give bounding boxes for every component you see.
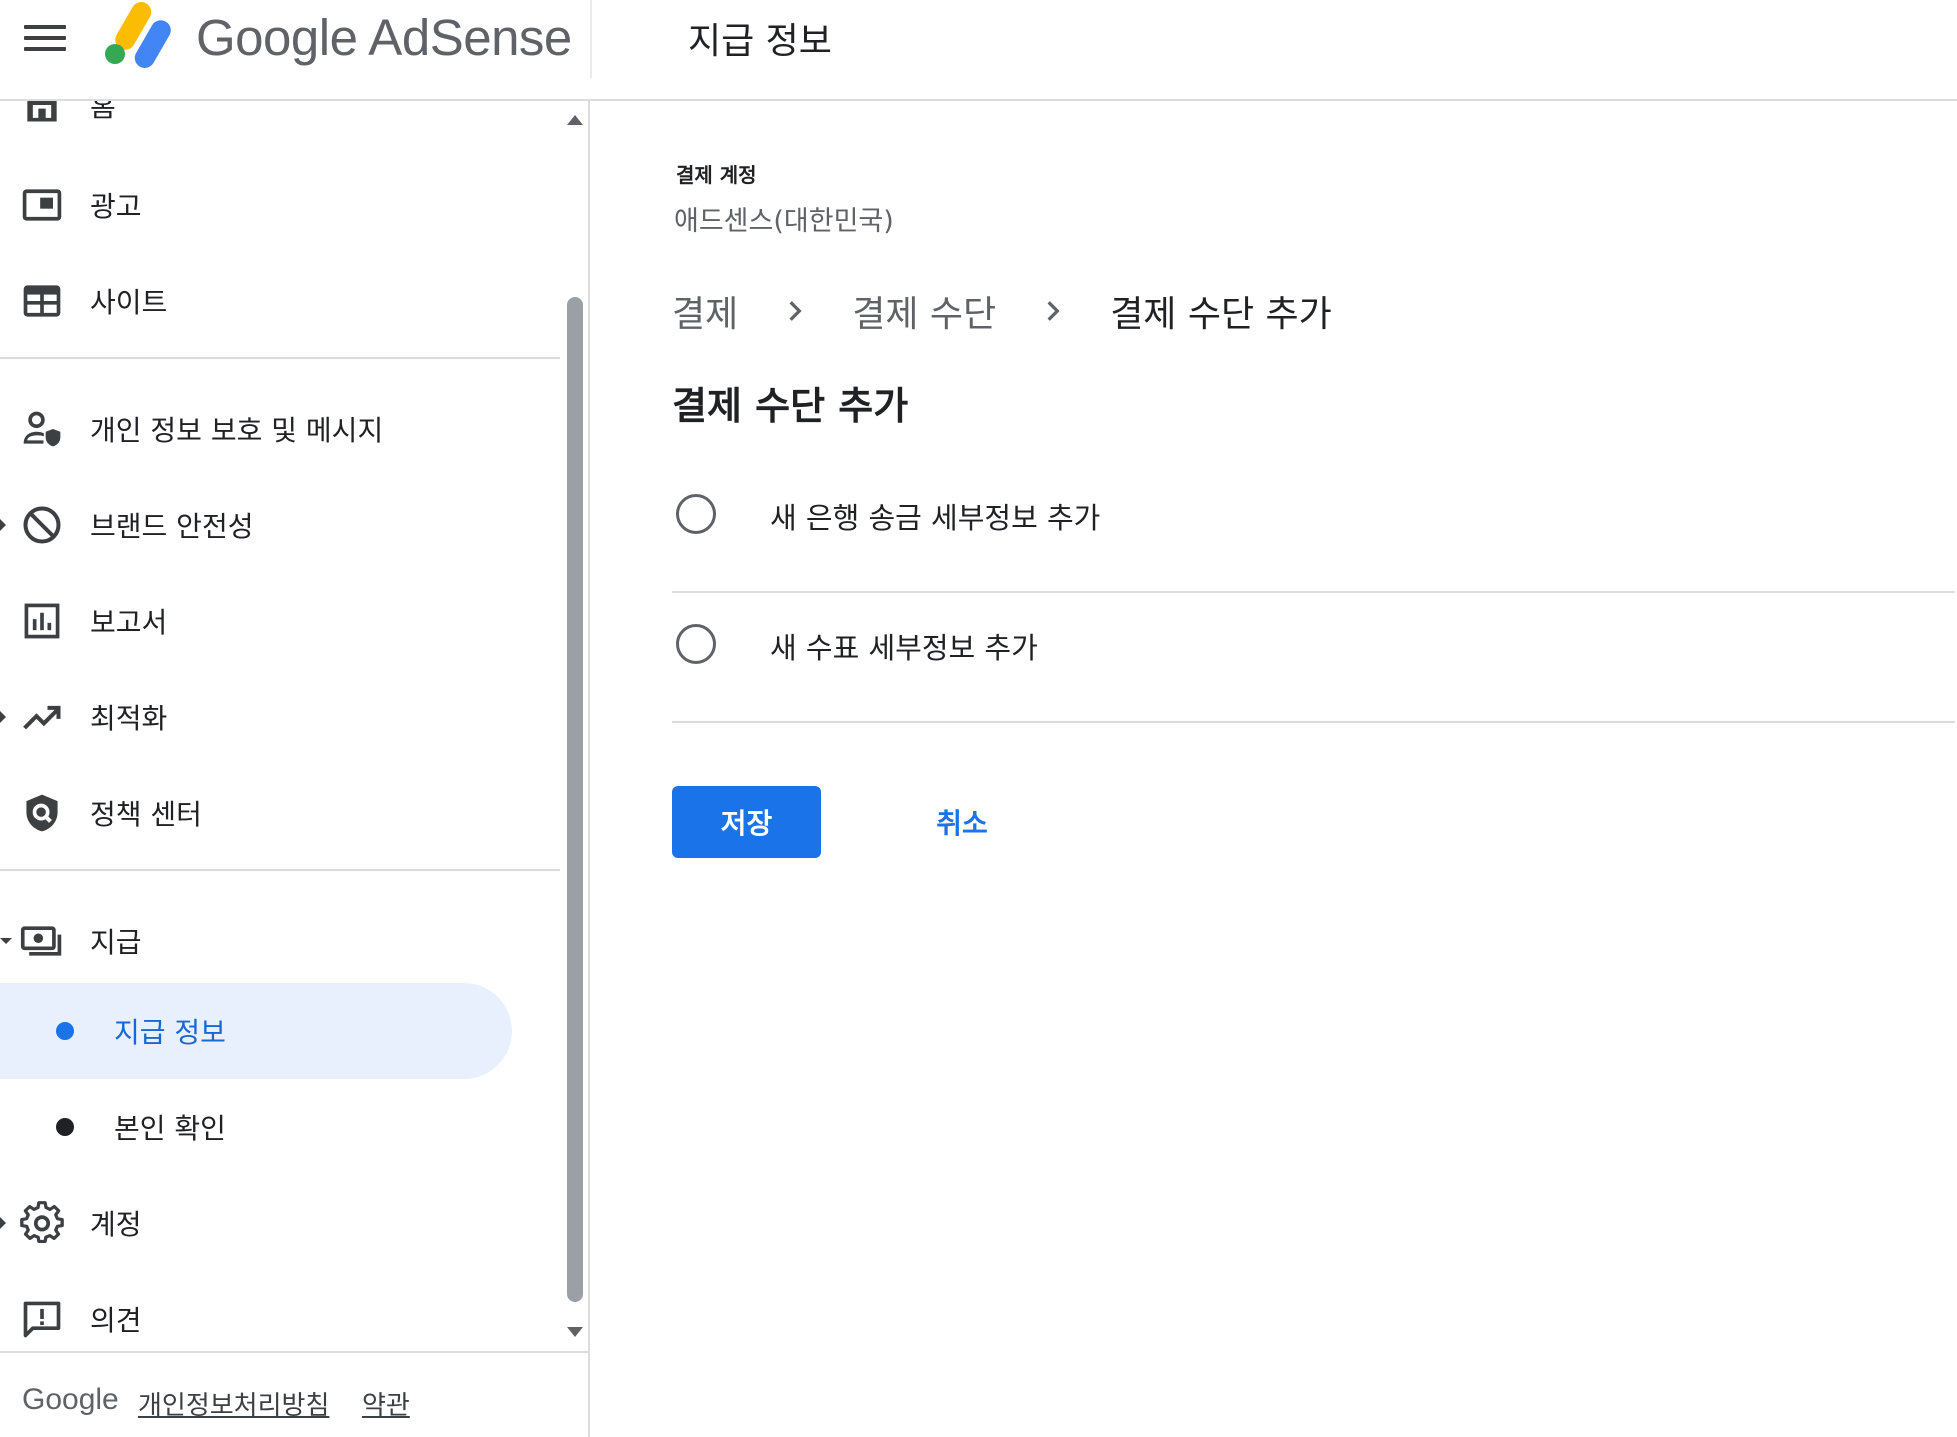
hamburger-menu-icon[interactable] xyxy=(20,18,70,58)
chevron-right-icon xyxy=(1026,293,1080,329)
sidebar-item-privacy-messaging[interactable]: 개인 정보 보호 및 메시지 xyxy=(0,381,560,477)
option-bank-transfer[interactable]: 새 은행 송금 세부정보 추가 xyxy=(672,463,1955,593)
sidebar-item-label: 광고 xyxy=(90,190,142,223)
sidebar-item-label: 브랜드 안전성 xyxy=(90,510,254,543)
google-wordmark: Google xyxy=(22,1383,119,1416)
payments-icon xyxy=(20,919,64,963)
adsense-logo-icon xyxy=(105,2,171,68)
option-label: 새 은행 송금 세부정보 추가 xyxy=(770,501,1101,535)
breadcrumb-add-payment-method: 결제 수단 추가 xyxy=(1110,294,1332,335)
sidebar-divider xyxy=(0,869,560,871)
gear-icon xyxy=(20,1201,64,1245)
expand-caret-icon xyxy=(0,1217,6,1229)
sidebar-item-feedback[interactable]: 의견 xyxy=(0,1271,560,1351)
save-button[interactable]: 저장 xyxy=(672,786,821,858)
policy-shield-icon xyxy=(20,791,64,835)
main-content: 결제 계정 애드센스(대한민국) 결제 결제 수단 결제 수단 추가 결제 수단… xyxy=(592,103,1957,1437)
sidebar-item-label: 의견 xyxy=(90,1304,142,1337)
sidebar-item-brand-safety[interactable]: 브랜드 안전성 xyxy=(0,477,560,573)
bullet-icon xyxy=(56,1022,74,1040)
top-app-bar: Google AdSense 지급 정보 xyxy=(0,0,1957,101)
breadcrumb-payments[interactable]: 결제 xyxy=(672,285,738,337)
sidebar-item-label: 사이트 xyxy=(90,286,168,319)
chevron-right-icon xyxy=(768,293,822,329)
sites-icon xyxy=(20,279,64,323)
ads-icon xyxy=(20,183,64,227)
privacy-policy-link[interactable]: 개인정보처리방침 xyxy=(138,1385,329,1422)
sidebar-subitem-label: 지급 정보 xyxy=(114,1016,226,1049)
radio-button[interactable] xyxy=(676,624,716,664)
sidebar-item-label: 정책 센터 xyxy=(90,798,202,831)
sidebar-item-label: 보고서 xyxy=(90,606,168,639)
sidebar-scrollbar[interactable] xyxy=(562,101,588,1351)
radio-button[interactable] xyxy=(676,494,716,534)
payment-account-value: 애드센스(대한민국) xyxy=(674,206,894,237)
home-icon xyxy=(20,101,64,127)
expand-caret-icon xyxy=(0,711,6,723)
scroll-down-arrow-icon[interactable] xyxy=(567,1327,583,1337)
sidebar-item-label: 홈 xyxy=(90,101,116,123)
trending-up-icon xyxy=(20,695,64,739)
sidebar-item-label: 지급 xyxy=(90,926,142,959)
brand-name[interactable]: Google AdSense xyxy=(196,8,572,67)
sidebar-divider xyxy=(0,357,560,359)
sidebar-item-ads[interactable]: 광고 xyxy=(0,157,560,253)
sidebar-item-policy-center[interactable]: 정책 센터 xyxy=(0,765,560,861)
option-check[interactable]: 새 수표 세부정보 추가 xyxy=(672,593,1955,723)
sidebar-subitem-label: 본인 확인 xyxy=(114,1112,226,1145)
sidebar-item-label: 개인 정보 보호 및 메시지 xyxy=(90,414,384,447)
sidebar-item-label: 최적화 xyxy=(90,702,168,735)
reports-icon xyxy=(20,599,64,643)
sidebar-item-optimization[interactable]: 최적화 xyxy=(0,669,560,765)
sidebar-item-payments[interactable]: 지급 xyxy=(0,893,560,989)
sidebar-item-account[interactable]: 계정 xyxy=(0,1175,560,1271)
section-title: 결제 수단 추가 xyxy=(672,384,909,428)
privacy-messaging-icon xyxy=(20,407,64,451)
page-title: 지급 정보 xyxy=(688,21,832,62)
bullet-icon xyxy=(56,1118,74,1136)
sidebar-subitem-identity-verification[interactable]: 본인 확인 xyxy=(0,1079,512,1175)
sidebar-item-sites[interactable]: 사이트 xyxy=(0,253,560,349)
payment-account-label: 결제 계정 xyxy=(676,163,757,187)
breadcrumb: 결제 결제 수단 결제 수단 추가 xyxy=(672,283,1332,339)
sidebar-item-reports[interactable]: 보고서 xyxy=(0,573,560,669)
option-label: 새 수표 세부정보 추가 xyxy=(770,631,1038,665)
expand-caret-icon xyxy=(0,519,6,531)
feedback-icon xyxy=(20,1297,64,1341)
sidebar-nav: 홈 광고 사이트 개인 정보 보호 및 메시지 브랜드 안전성 보고서 최적화 … xyxy=(0,101,590,1351)
terms-link[interactable]: 약관 xyxy=(362,1385,410,1422)
collapse-caret-icon xyxy=(0,938,12,944)
header-divider xyxy=(590,0,592,78)
sidebar-item-label: 계정 xyxy=(90,1208,142,1241)
block-icon xyxy=(20,503,64,547)
sidebar-footer: Google 개인정보처리방침 약관 xyxy=(0,1351,590,1437)
scroll-up-arrow-icon[interactable] xyxy=(567,115,583,125)
breadcrumb-payment-methods[interactable]: 결제 수단 xyxy=(852,285,996,337)
cancel-button[interactable]: 취소 xyxy=(887,786,1037,858)
scrollbar-thumb[interactable] xyxy=(567,297,583,1302)
sidebar-subitem-payments-info[interactable]: 지급 정보 xyxy=(0,983,512,1079)
sidebar-item-home[interactable]: 홈 xyxy=(0,101,560,153)
